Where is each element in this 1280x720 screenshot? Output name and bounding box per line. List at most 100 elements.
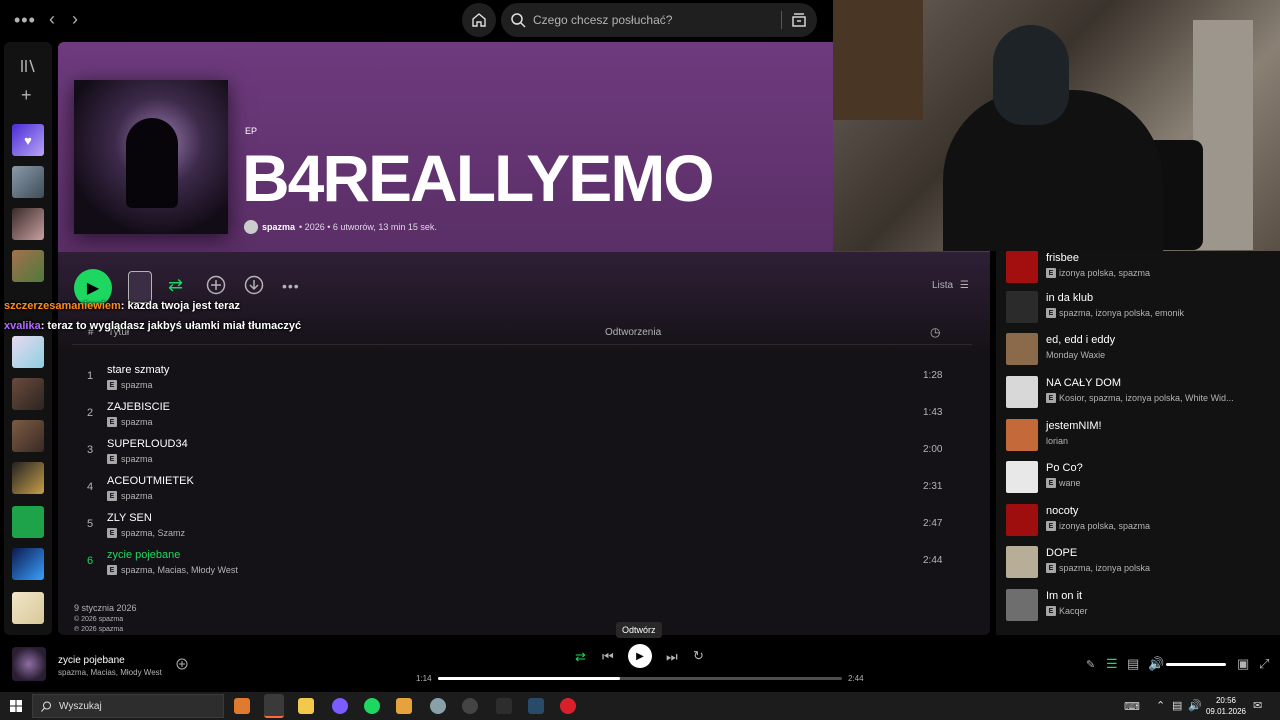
library-item[interactable] <box>12 548 44 580</box>
track-title[interactable]: ZLY SEN <box>107 512 152 524</box>
add-to-library-icon[interactable] <box>176 658 188 670</box>
track-title[interactable]: stare szmaty <box>107 364 169 376</box>
more-horizontal-icon[interactable]: ••• <box>14 11 36 29</box>
taskbar-search[interactable]: Wyszukaj <box>32 694 224 718</box>
microphone-icon[interactable]: ✎ <box>1086 658 1095 672</box>
queue-item[interactable]: in da klub Espazma, izonya polska, emoni… <box>1006 291 1276 327</box>
liked-songs-playlist[interactable]: ♥ <box>12 124 44 156</box>
track-artists-text[interactable]: spazma <box>121 454 153 464</box>
track-row[interactable]: 1 stare szmaty Espazma 1:28 <box>72 360 972 396</box>
queue-title[interactable]: in da klub <box>1046 292 1093 304</box>
browse-icon[interactable] <box>791 12 807 28</box>
list-view-toggle[interactable]: Lista ☰ <box>932 280 969 291</box>
fullscreen-icon[interactable]: ⤢ <box>1259 657 1269 671</box>
queue-item[interactable]: ed, edd i eddy Monday Waxie <box>1006 333 1276 369</box>
shuffle-icon[interactable]: ⇄ <box>575 650 586 664</box>
queue-title[interactable]: frisbee <box>1046 252 1079 264</box>
library-item[interactable] <box>12 208 44 240</box>
notifications-icon[interactable]: ✉ <box>1253 699 1262 713</box>
taskbar-app-icon[interactable] <box>496 698 512 714</box>
speaker-icon[interactable]: 🔊 <box>1188 699 1202 713</box>
now-playing-cover[interactable] <box>12 647 46 681</box>
library-item[interactable] <box>12 336 44 368</box>
queue-icon[interactable]: ☰ <box>1106 657 1118 671</box>
home-button[interactable] <box>462 3 496 37</box>
queue-artists-text[interactable]: Kacqer <box>1059 606 1088 616</box>
track-row[interactable]: 2 ZAJEBISCIE Espazma 1:43 <box>72 397 972 433</box>
progress-bar[interactable] <box>438 677 842 680</box>
more-options-icon[interactable]: ••• <box>282 276 300 296</box>
track-artists-text[interactable]: spazma, Szamz <box>121 528 185 538</box>
library-item[interactable] <box>12 378 44 410</box>
next-icon[interactable]: ⏭ <box>666 650 678 664</box>
queue-title[interactable]: NA CAŁY DOM <box>1046 377 1121 389</box>
chevron-right-icon[interactable]: › <box>72 10 78 28</box>
library-item[interactable] <box>12 420 44 452</box>
now-playing-artists[interactable]: spazma, Macias, Młody West <box>58 668 162 677</box>
queue-artists-text[interactable]: Monday Waxie <box>1046 350 1105 360</box>
track-title[interactable]: zycie pojebane <box>107 549 180 561</box>
taskbar-app-icon[interactable] <box>462 698 478 714</box>
album-preview-button[interactable] <box>128 271 152 303</box>
track-title[interactable]: SUPERLOUD34 <box>107 438 188 450</box>
network-icon[interactable]: ▤ <box>1172 699 1182 713</box>
track-row[interactable]: 3 SUPERLOUD34 Espazma 2:00 <box>72 434 972 470</box>
taskbar-app-icon[interactable] <box>396 698 412 714</box>
volume-icon[interactable]: 🔊 <box>1148 657 1164 671</box>
queue-artists-text[interactable]: Kosior, spazma, izonya polska, White Wid… <box>1059 393 1234 403</box>
queue-item[interactable]: frisbee Eizonya polska, spazma <box>1006 251 1276 287</box>
queue-artists-text[interactable]: izonya polska, spazma <box>1059 521 1150 531</box>
queue-item[interactable]: Po Co? Ewane <box>1006 461 1276 497</box>
queue-title[interactable]: nocoty <box>1046 505 1078 517</box>
repeat-icon[interactable]: ↻ <box>693 649 704 663</box>
keyboard-icon[interactable]: ⌨ <box>1124 700 1140 714</box>
taskbar-spotify-icon[interactable] <box>364 698 380 714</box>
volume-slider[interactable] <box>1166 663 1226 666</box>
taskbar-clock[interactable]: 20:56 09.01.2026 <box>1204 695 1248 717</box>
queue-title[interactable]: Po Co? <box>1046 462 1083 474</box>
search-bar[interactable]: Czego chcesz posłuchać? <box>501 3 817 37</box>
queue-item[interactable]: DOPE Espazma, izonya polska <box>1006 546 1276 582</box>
queue-title[interactable]: jestemNIM! <box>1046 420 1102 432</box>
shuffle-icon[interactable]: ⇄ <box>168 275 183 295</box>
queue-item[interactable]: Im on it E Kacqer <box>1006 589 1276 625</box>
now-playing-title[interactable]: zycie pojebane <box>58 655 125 666</box>
library-item[interactable] <box>12 250 44 282</box>
queue-title[interactable]: DOPE <box>1046 547 1077 559</box>
plus-icon[interactable]: + <box>21 86 32 104</box>
taskbar-app-icon[interactable] <box>560 698 576 714</box>
track-title[interactable]: ACEOUTMIETEK <box>107 475 194 487</box>
play-pause-button[interactable]: ▶ <box>628 644 652 668</box>
queue-item[interactable]: NA CAŁY DOM E Kosior, spazma, izonya pols… <box>1006 376 1276 412</box>
track-artists-text[interactable]: spazma <box>121 380 153 390</box>
library-item[interactable] <box>12 592 44 624</box>
queue-artists-text[interactable]: izonya polska, spazma <box>1059 268 1150 278</box>
library-item[interactable] <box>12 506 44 538</box>
previous-icon[interactable]: ⏮ <box>602 650 614 664</box>
artist-link[interactable]: spazma <box>262 222 295 232</box>
download-icon[interactable] <box>244 275 264 295</box>
taskbar-browser-active[interactable] <box>264 694 284 718</box>
taskbar-app-icon[interactable] <box>234 698 250 714</box>
queue-title[interactable]: Im on it <box>1046 590 1082 602</box>
library-icon[interactable] <box>20 58 36 74</box>
queue-artists-text[interactable]: wane <box>1059 478 1081 488</box>
library-item[interactable] <box>12 462 44 494</box>
tray-chevron-icon[interactable]: ⌃ <box>1156 699 1165 713</box>
queue-title[interactable]: ed, edd i eddy <box>1046 334 1115 346</box>
queue-item[interactable]: jestemNIM! lorian <box>1006 419 1276 455</box>
queue-item[interactable]: nocoty Eizonya polska, spazma <box>1006 504 1276 540</box>
track-title[interactable]: ZAJEBISCIE <box>107 401 170 413</box>
add-to-library-icon[interactable] <box>206 275 226 295</box>
connect-device-icon[interactable]: ▤ <box>1127 657 1139 671</box>
track-artists-text[interactable]: spazma, Macias, Młody West <box>121 565 238 575</box>
chevron-left-icon[interactable]: ‹ <box>49 10 55 28</box>
taskbar-steam-icon[interactable] <box>528 698 544 714</box>
taskbar-explorer-icon[interactable] <box>298 698 314 714</box>
windows-start-icon[interactable] <box>10 700 22 712</box>
queue-artists-text[interactable]: spazma, izonya polska, emonik <box>1059 308 1184 318</box>
track-row[interactable]: 4 ACEOUTMIETEK Espazma 2:31 <box>72 471 972 507</box>
library-item[interactable] <box>12 166 44 198</box>
taskbar-app-icon[interactable] <box>332 698 348 714</box>
track-row[interactable]: 5 ZLY SEN Espazma, Szamz 2:47 <box>72 508 972 544</box>
